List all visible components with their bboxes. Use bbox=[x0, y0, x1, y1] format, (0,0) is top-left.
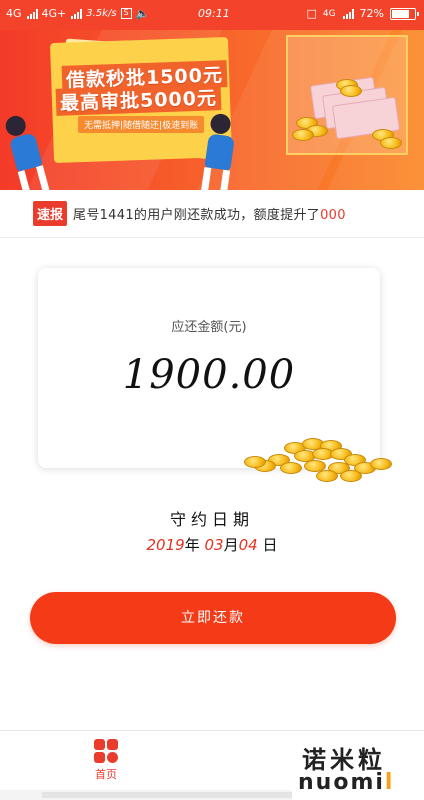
coins-illustration bbox=[244, 434, 394, 484]
status-right: □ 4G 72% bbox=[306, 7, 419, 20]
due-date-label: 守约日期 bbox=[169, 510, 254, 529]
news-ticker: 速报 尾号1441的用户刚还款成功，额度提升了000 bbox=[0, 190, 424, 238]
ticker-text: 尾号1441的用户刚还款成功，额度提升了000 bbox=[73, 204, 346, 223]
signal-icon-right bbox=[342, 8, 354, 19]
due-month-char: 月 bbox=[223, 536, 239, 554]
banner-headline-2: 最高审批5000元 bbox=[55, 83, 222, 116]
battery-icon bbox=[390, 7, 419, 20]
clock: 09:11 bbox=[198, 7, 230, 20]
person-illustration-left bbox=[3, 112, 51, 190]
watermark-english-suffix: l bbox=[384, 770, 395, 795]
money-illustration bbox=[286, 35, 408, 155]
signal-icon bbox=[26, 8, 38, 19]
nav-home[interactable]: 首页 bbox=[88, 739, 124, 782]
ticker-highlight: 000 bbox=[320, 208, 346, 223]
status-bar: 4G 4G+ 3.5k/s S 🔈 09:11 □ 4G 72% bbox=[0, 0, 424, 30]
speaker-icon: 🔈 bbox=[135, 7, 150, 20]
watermark-logo: 诺米粒 nuomil bbox=[292, 738, 424, 800]
home-grid-icon bbox=[94, 739, 118, 763]
amount-due-value: 1900.00 bbox=[122, 352, 296, 398]
watermark-english-prefix: nuomi bbox=[298, 770, 385, 795]
status-left: 4G 4G+ 3.5k/s S 🔈 bbox=[6, 7, 149, 20]
ticker-badge: 速报 bbox=[33, 201, 68, 226]
no-sim-icon: □ bbox=[306, 7, 317, 20]
repay-now-button[interactable]: 立即还款 bbox=[30, 592, 396, 644]
network-label-right: 4G bbox=[322, 8, 336, 19]
notification-box-icon: S bbox=[120, 8, 132, 19]
due-date-value: 2019年 03月04 日 bbox=[0, 534, 424, 555]
network-speed: 3.5k/s bbox=[86, 8, 117, 19]
due-year: 2019 bbox=[146, 536, 185, 554]
watermark-english: nuomil bbox=[298, 770, 394, 795]
network-label-1: 4G bbox=[6, 7, 22, 20]
due-month: 03 bbox=[204, 536, 224, 554]
due-day-char: 日 bbox=[262, 536, 278, 554]
promo-banner[interactable]: 借款秒批1500元 最高审批5000元 无需抵押|随借随还|极速到账 bbox=[0, 30, 424, 190]
signal-icon-2 bbox=[71, 8, 83, 19]
nav-home-label: 首页 bbox=[95, 768, 117, 781]
network-label-2: 4G+ bbox=[41, 7, 67, 20]
due-year-char: 年 bbox=[184, 536, 200, 554]
due-day: 04 bbox=[238, 536, 258, 554]
battery-percent: 72% bbox=[359, 7, 384, 20]
ticker-message: 尾号1441的用户刚还款成功，额度提升了 bbox=[73, 208, 321, 223]
amount-due-label: 应还金额(元) bbox=[171, 320, 247, 335]
banner-subtext: 无需抵押|随借随还|极速到账 bbox=[78, 116, 205, 133]
